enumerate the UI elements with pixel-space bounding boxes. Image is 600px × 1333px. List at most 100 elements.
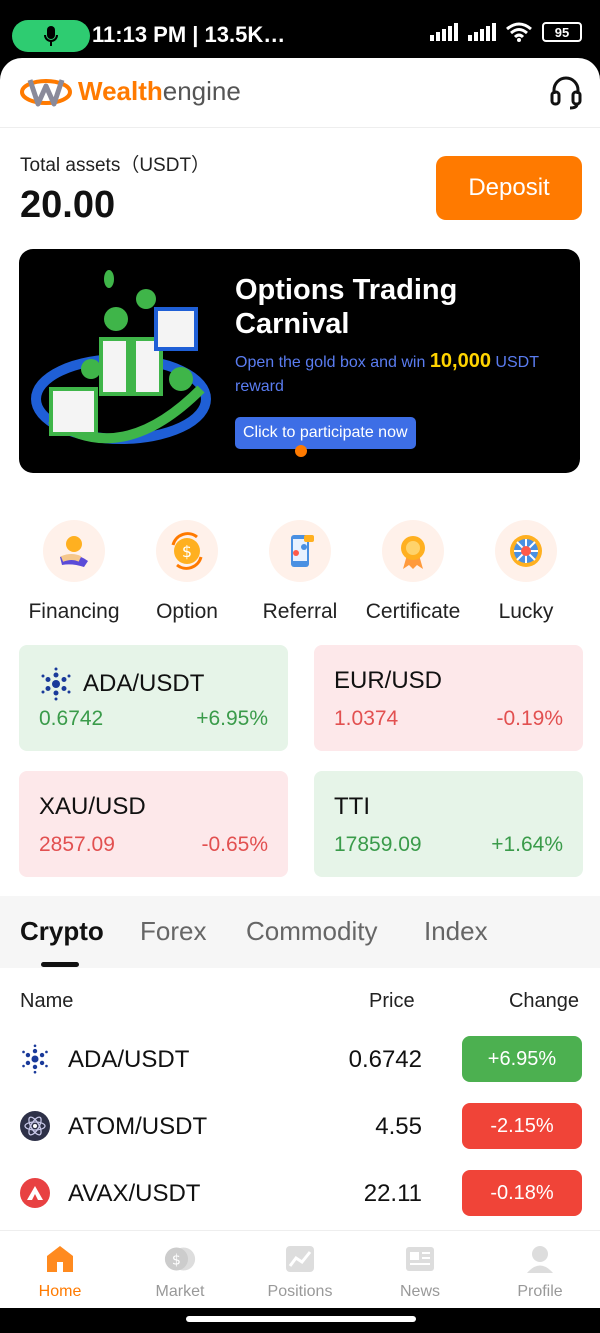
participate-button[interactable]: Click to participate now: [235, 417, 416, 449]
row-price: 0.6742: [348, 1046, 422, 1073]
tile-price: 2857.09: [39, 833, 115, 856]
row-change-badge: -0.18%: [462, 1170, 582, 1216]
wifi-icon: [506, 22, 532, 42]
nav-profile-label: Profile: [517, 1283, 563, 1300]
tab-index[interactable]: Index: [424, 916, 488, 947]
tile-name: XAU/USD: [39, 793, 146, 820]
cardano-icon: [20, 1044, 50, 1074]
tab-forex[interactable]: Forex: [140, 916, 206, 947]
deposit-button[interactable]: Deposit: [436, 156, 582, 220]
quick-actions: Financing $ Option Referral Certificate …: [0, 520, 600, 630]
tile-price: 1.0374: [334, 707, 399, 730]
logo-text: Wealthengine: [78, 76, 241, 107]
tile-name-text: ADA/USDT: [83, 670, 205, 697]
svg-text:$: $: [182, 542, 192, 561]
row-name: AVAX/USDT: [68, 1180, 201, 1207]
certificate-badge-icon: [382, 520, 444, 582]
app-screen: Wealthengine Total assets（USDT） 20.00 De…: [0, 58, 600, 1308]
market-tabs: Crypto Forex Commodity Index: [0, 896, 600, 968]
tile-eur-usd[interactable]: EUR/USD 1.0374 -0.19%: [314, 645, 583, 751]
status-icons: 95: [430, 22, 582, 42]
row-price: 22.11: [363, 1180, 422, 1207]
tile-name: ADA/USDT: [39, 667, 204, 701]
table-row[interactable]: ATOM/USDT 4.55 -2.15%: [0, 1093, 600, 1161]
nav-news[interactable]: News: [360, 1231, 480, 1308]
tile-price: 17859.09: [334, 833, 422, 856]
headset-icon: [550, 76, 582, 110]
logo-text-rest: engine: [162, 75, 241, 106]
quick-certificate[interactable]: Certificate: [357, 520, 469, 630]
microphone-icon: [44, 26, 58, 46]
row-name: ADA/USDT: [68, 1046, 190, 1073]
quick-lucky[interactable]: Lucky: [470, 520, 582, 630]
quick-option[interactable]: $ Option: [131, 520, 243, 630]
logo-text-bold: Wealth: [78, 75, 163, 106]
status-bar: 11:13 PM | 13.5K… 95: [0, 0, 600, 58]
tile-xau-usd[interactable]: XAU/USD 2857.09 -0.65%: [19, 771, 288, 877]
gesture-bar[interactable]: [186, 1316, 416, 1322]
nav-profile[interactable]: Profile: [480, 1231, 600, 1308]
quick-certificate-label: Certificate: [365, 600, 461, 623]
nav-home[interactable]: Home: [0, 1231, 120, 1308]
news-icon: [404, 1243, 436, 1275]
nav-news-label: News: [399, 1283, 440, 1300]
cosmos-icon: [20, 1111, 50, 1141]
exchange-coin-icon: $: [156, 520, 218, 582]
total-assets-value: 20.00: [20, 184, 116, 226]
wealthengine-logo: Wealthengine: [20, 72, 241, 110]
tile-change: +1.64%: [491, 833, 563, 856]
row-price: 4.55: [375, 1113, 422, 1140]
tab-crypto[interactable]: Crypto: [20, 916, 104, 947]
app-header: Wealthengine: [0, 58, 600, 128]
profile-icon: [524, 1243, 556, 1275]
tile-ada-usdt[interactable]: ADA/USDT 0.6742 +6.95%: [19, 645, 288, 751]
bottom-navigation: Home $ Market Positions News Profile: [0, 1230, 600, 1308]
promo-banner[interactable]: Options Trading Carnival Open the gold b…: [19, 249, 580, 473]
nav-market-label: Market: [155, 1283, 205, 1300]
market-table-header: Name Price Change: [0, 970, 600, 1030]
quick-financing[interactable]: Financing: [18, 520, 130, 630]
customer-support-button[interactable]: [550, 76, 582, 115]
home-icon: [44, 1243, 76, 1275]
gift-box-illustration: [31, 270, 211, 444]
microphone-indicator: [12, 20, 90, 52]
banner-title: Options Trading Carnival: [235, 273, 457, 341]
row-change-badge: -2.15%: [462, 1103, 582, 1149]
nav-positions-label: Positions: [267, 1283, 333, 1300]
banner-title-line1: Options Trading: [235, 274, 458, 306]
tile-price: 0.6742: [39, 707, 104, 730]
table-row[interactable]: ADA/USDT 0.6742 +6.95%: [0, 1026, 600, 1094]
banner-sub-pre: Open the gold box and win: [235, 354, 430, 371]
banner-sub-amount: 10,000: [429, 350, 491, 372]
tile-change: +6.95%: [196, 707, 268, 730]
total-assets-label: Total assets（USDT）: [20, 155, 211, 176]
positions-chart-icon: [284, 1243, 316, 1275]
quick-lucky-label: Lucky: [498, 600, 554, 623]
row-change-badge: +6.95%: [462, 1036, 582, 1082]
column-name: Name: [20, 990, 74, 1012]
tile-name: EUR/USD: [334, 667, 443, 694]
hand-coin-icon: [43, 520, 105, 582]
banner-subtitle: Open the gold box and win 10,000 USDT re…: [235, 349, 565, 399]
signal-icon: [430, 23, 458, 41]
nav-market[interactable]: $ Market: [120, 1231, 240, 1308]
table-row[interactable]: AVAX/USDT 22.11 -0.18%: [0, 1160, 600, 1228]
tile-tti[interactable]: TTI 17859.09 +1.64%: [314, 771, 583, 877]
row-name: ATOM/USDT: [68, 1113, 208, 1140]
tab-commodity[interactable]: Commodity: [246, 916, 377, 947]
lucky-wheel-icon: [495, 520, 557, 582]
nav-positions[interactable]: Positions: [240, 1231, 360, 1308]
tile-change: -0.65%: [201, 833, 268, 856]
quick-financing-label: Financing: [28, 600, 120, 623]
logo-mark-icon: [20, 79, 72, 107]
tile-name: TTI: [334, 793, 370, 820]
active-tab-indicator: [41, 962, 79, 967]
assets-section: Total assets（USDT） 20.00 Deposit: [0, 128, 600, 246]
carousel-indicator[interactable]: [295, 445, 307, 457]
column-change: Change: [508, 990, 579, 1012]
battery-icon: 95: [542, 22, 582, 42]
market-coin-icon: $: [164, 1243, 196, 1275]
quick-referral[interactable]: Referral: [244, 520, 356, 630]
quick-referral-label: Referral: [262, 600, 338, 623]
nav-home-label: Home: [38, 1283, 82, 1300]
